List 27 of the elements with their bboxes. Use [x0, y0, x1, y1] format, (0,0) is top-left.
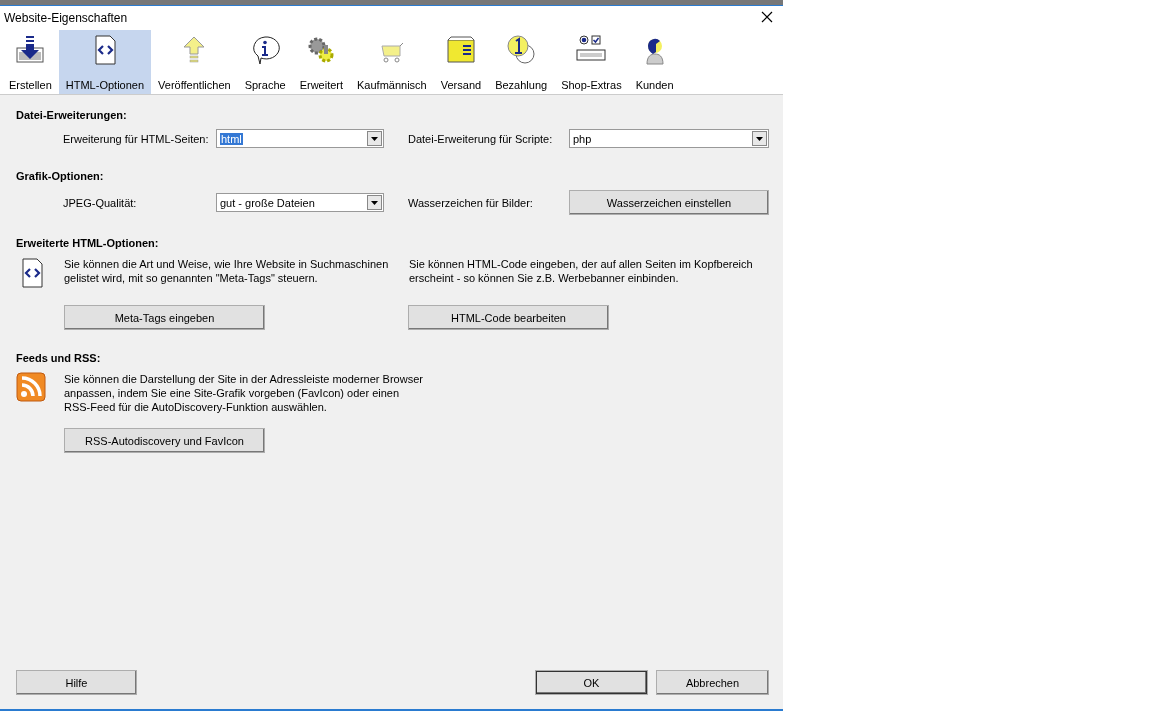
ok-button[interactable]: OK	[535, 670, 648, 695]
rss-icon	[16, 372, 46, 402]
section-heading: Erweiterte HTML-Optionen:	[16, 237, 160, 249]
window-title: Website-Eigenschaften	[4, 11, 128, 25]
dropdown-field[interactable]: php	[569, 129, 769, 148]
envelope-icon	[444, 34, 477, 66]
field-label: Erweiterung für HTML-Seiten:	[63, 132, 210, 145]
description-text: Sie können die Art und Weise, wie Ihre Website in Suchmaschinen gelistet wird, mit so genannten "Meta-Tags" steuern.	[64, 257, 390, 286]
field-label: JPEG-Qualität:	[63, 196, 138, 209]
section-heading: Datei-Erweiterungen:	[16, 109, 128, 121]
toolbar-tab[interactable]: HTML-Optionen	[58, 30, 152, 94]
html-code-button[interactable]: HTML-Code bearbeiten	[408, 305, 609, 330]
help-button[interactable]: Hilfe	[16, 670, 137, 695]
cancel-button[interactable]: Abbrechen	[656, 670, 769, 695]
description-text: Sie können die Darstellung der Site in der Adressleiste moderner Browser anpassen, indem Sie eine Site-Grafik vorgeben (FavIcon) oder einen RSS-Feed für die AutoDiscovery-Funktion auswählen.	[64, 372, 424, 414]
section-heading: Grafik-Optionen:	[16, 170, 105, 182]
watermark-button[interactable]: Wasserzeichen einstellen	[569, 190, 769, 215]
description-text: Sie können HTML-Code eingeben, der auf allen Seiten im Kopfbereich erscheint - so können Sie z.B. Werbebanner einbinden.	[409, 257, 754, 286]
dropdown-field[interactable]: html	[216, 129, 384, 148]
dropdown-field[interactable]: gut - große Dateien	[216, 193, 384, 212]
rss-button[interactable]: RSS-Autodiscovery und FavIcon	[64, 428, 265, 453]
meta-tags-button[interactable]: Meta-Tags eingeben	[64, 305, 265, 330]
section-heading: Feeds und RSS:	[16, 352, 102, 364]
field-label: Wasserzeichen für Bilder:	[408, 196, 534, 209]
field-label: Datei-Erweiterung für Scripte:	[408, 132, 554, 145]
coins-icon	[505, 34, 538, 66]
download-icon	[14, 34, 47, 66]
